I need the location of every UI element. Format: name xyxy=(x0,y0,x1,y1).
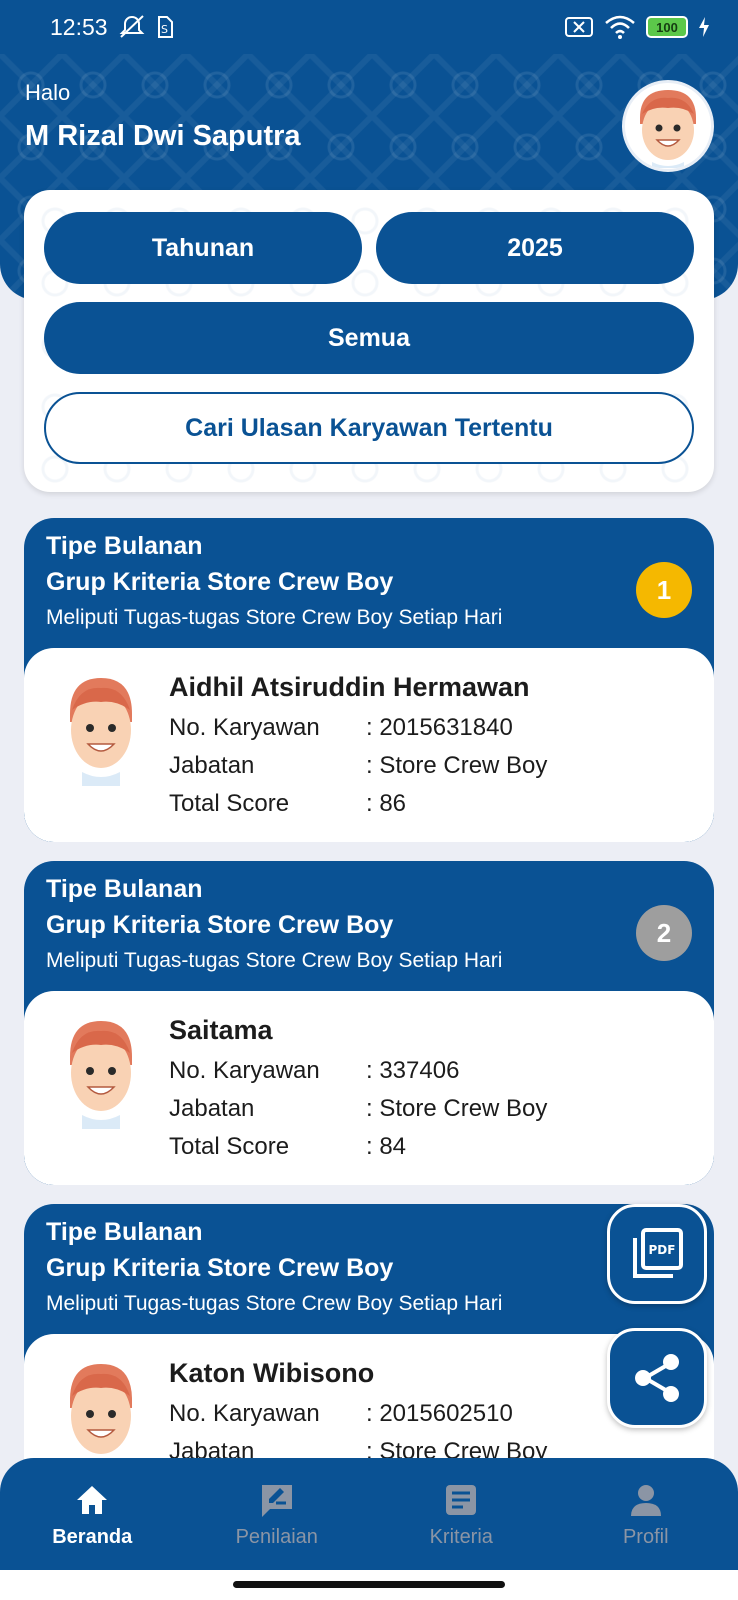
review-card[interactable]: Tipe Bulanan Grup Kriteria Store Crew Bo… xyxy=(24,518,714,842)
total-score-value: : 84 xyxy=(366,1133,407,1160)
svg-text:PDF: PDF xyxy=(649,1243,676,1257)
rank-badge: 1 xyxy=(636,562,692,618)
review-description: Meliputi Tugas-tugas Store Crew Boy Seti… xyxy=(46,1292,503,1315)
gesture-handle[interactable] xyxy=(233,1581,505,1588)
review-group: Grup Kriteria Store Crew Boy xyxy=(46,911,394,939)
nav-item-beranda[interactable]: Beranda xyxy=(0,1480,184,1549)
charging-icon xyxy=(698,16,710,38)
employee-number-value: : 337406 xyxy=(366,1057,460,1084)
position-row: Jabatan : Store Crew Boy xyxy=(169,752,547,780)
filter-card: Tahunan 2025 Semua Cari Ulasan Karyawan … xyxy=(24,190,714,492)
share-button[interactable] xyxy=(607,1328,707,1428)
review-group: Grup Kriteria Store Crew Boy xyxy=(46,1254,394,1282)
nav-label: Profil xyxy=(622,1525,669,1548)
employee-number-value: : 2015602510 xyxy=(366,1400,513,1427)
review-description: Meliputi Tugas-tugas Store Crew Boy Seti… xyxy=(46,606,503,629)
employee-avatar xyxy=(70,1021,132,1129)
wifi-icon xyxy=(604,15,636,39)
position-value: : Store Crew Boy xyxy=(366,1095,548,1122)
status-bar: 12:53 S 100 xyxy=(0,0,738,54)
review-type: Tipe Bulanan xyxy=(46,1218,203,1246)
position-label: Jabatan xyxy=(169,1095,255,1122)
position-label: Jabatan xyxy=(169,752,255,779)
profile-avatar[interactable] xyxy=(622,80,714,172)
employee-avatar xyxy=(70,678,132,786)
user-name: M Rizal Dwi Saputra xyxy=(25,120,301,152)
review-description: Meliputi Tugas-tugas Store Crew Boy Seti… xyxy=(46,949,503,972)
review-card-body: Aidhil Atsiruddin Hermawan No. Karyawan … xyxy=(24,648,714,842)
bottom-navigation: Beranda Penilaian Kriteria Profil xyxy=(0,1458,738,1570)
share-icon xyxy=(635,1354,679,1402)
employee-name: Aidhil Atsiruddin Hermawan xyxy=(169,672,530,702)
rate-icon xyxy=(257,1480,297,1520)
employee-number-label: No. Karyawan xyxy=(169,1057,320,1084)
employee-number-label: No. Karyawan xyxy=(169,714,320,741)
nav-item-kriteria[interactable]: Kriteria xyxy=(369,1480,553,1549)
svg-text:S: S xyxy=(161,23,168,36)
pdf-icon: PDF xyxy=(633,1228,683,1278)
battery-icon: 100 xyxy=(646,16,688,38)
nav-label: Kriteria xyxy=(429,1525,493,1548)
status-right: 100 xyxy=(564,15,710,39)
employee-avatar xyxy=(70,1364,132,1472)
avatar-illustration xyxy=(640,90,696,168)
position-row: Jabatan : Store Crew Boy xyxy=(169,1095,547,1123)
nav-label: Penilaian xyxy=(235,1525,318,1548)
system-navigation-bar xyxy=(0,1570,738,1600)
total-score-label: Total Score xyxy=(169,790,290,817)
employee-name: Katon Wibisono xyxy=(169,1358,375,1388)
no-sim-icon xyxy=(564,16,594,38)
status-left: 12:53 S xyxy=(50,14,174,41)
export-pdf-button[interactable]: PDF xyxy=(607,1204,707,1304)
total-score-value: : 86 xyxy=(366,790,407,817)
employee-number-value: : 2015631840 xyxy=(366,714,513,741)
search-employee-review-button[interactable]: Cari Ulasan Karyawan Tertentu xyxy=(44,392,694,464)
greeting: Halo xyxy=(25,80,71,105)
total-score-row: Total Score : 84 xyxy=(169,1133,406,1161)
employee-number-label: No. Karyawan xyxy=(169,1400,320,1427)
total-score-label: Total Score xyxy=(169,1133,290,1160)
nav-item-penilaian[interactable]: Penilaian xyxy=(185,1480,369,1549)
rank-badge: 2 xyxy=(636,905,692,961)
year-filter-button[interactable]: 2025 xyxy=(376,212,694,284)
status-time: 12:53 xyxy=(50,13,108,40)
review-card[interactable]: Tipe Bulanan Grup Kriteria Store Crew Bo… xyxy=(24,861,714,1185)
document-icon xyxy=(441,1480,481,1520)
nav-label: Beranda xyxy=(52,1525,133,1548)
employee-name: Saitama xyxy=(169,1015,273,1045)
group-filter-button[interactable]: Semua xyxy=(44,302,694,374)
nav-item-profil[interactable]: Profil xyxy=(554,1480,738,1549)
total-score-row: Total Score : 86 xyxy=(169,790,406,818)
employee-number-row: No. Karyawan : 2015602510 xyxy=(169,1400,513,1428)
review-type: Tipe Bulanan xyxy=(46,532,203,560)
sim-icon: S xyxy=(156,15,174,39)
person-icon xyxy=(626,1480,666,1520)
mute-icon xyxy=(118,14,146,40)
home-icon xyxy=(72,1480,112,1520)
review-group: Grup Kriteria Store Crew Boy xyxy=(46,568,394,596)
review-type: Tipe Bulanan xyxy=(46,875,203,903)
employee-number-row: No. Karyawan : 2015631840 xyxy=(169,714,513,742)
review-card-body: Saitama No. Karyawan : 337406 Jabatan : … xyxy=(24,991,714,1185)
employee-number-row: No. Karyawan : 337406 xyxy=(169,1057,459,1085)
period-filter-button[interactable]: Tahunan xyxy=(44,212,362,284)
position-value: : Store Crew Boy xyxy=(366,752,548,779)
